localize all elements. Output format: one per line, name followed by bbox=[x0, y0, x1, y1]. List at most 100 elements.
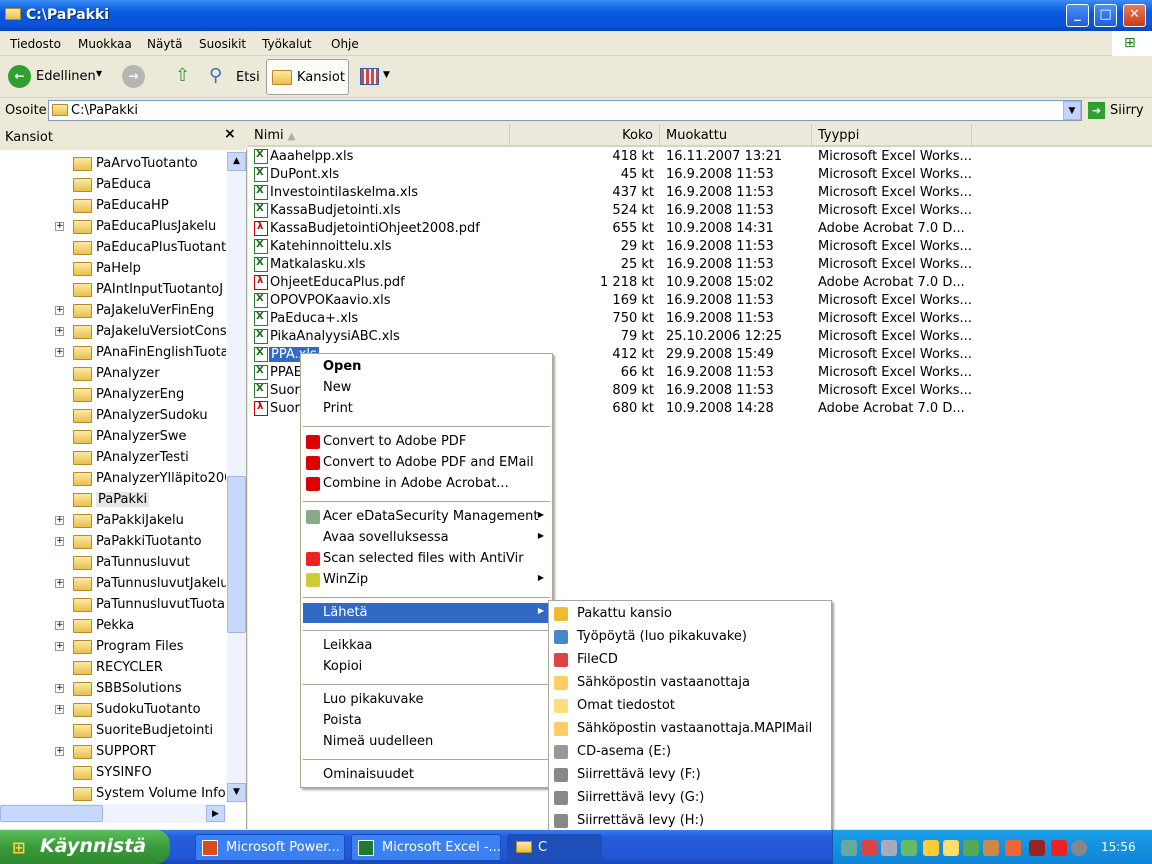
menu-suosikit[interactable]: Suosikit bbox=[199, 37, 246, 51]
tray-icon[interactable] bbox=[1005, 840, 1021, 856]
expand-icon[interactable]: + bbox=[55, 348, 64, 357]
file-row[interactable]: KassaBudjetointi.xls 524 kt 16.9.2008 11:5… bbox=[248, 202, 988, 220]
task-excel[interactable]: Microsoft Excel -... bbox=[351, 834, 501, 861]
menu-item[interactable]: Convert to Adobe PDF bbox=[303, 432, 550, 452]
scroll-thumb-horizontal[interactable] bbox=[0, 805, 103, 822]
expand-icon[interactable]: + bbox=[55, 684, 64, 693]
tree-item[interactable]: + PaPakkiTuotanto bbox=[0, 531, 226, 552]
file-row[interactable]: KassaBudjetointiOhjeet2008.pdf 655 kt 10.9… bbox=[248, 220, 988, 238]
menu-item[interactable]: Nimeä uudelleen bbox=[303, 732, 550, 752]
file-row[interactable]: Katehinnoittelu.xls 29 kt 16.9.2008 11:53 M… bbox=[248, 238, 988, 256]
menu-item[interactable]: Poista bbox=[303, 711, 550, 731]
expand-icon[interactable]: + bbox=[55, 642, 64, 651]
menu-item[interactable]: Leikkaa bbox=[303, 636, 550, 656]
tree-item[interactable]: + PAnaFinEnglishTuotan bbox=[0, 342, 226, 363]
expand-icon[interactable]: + bbox=[55, 579, 64, 588]
tree-item[interactable]: System Volume Information bbox=[0, 783, 226, 803]
menu-item[interactable]: Siirrettävä levy (G:) bbox=[551, 788, 829, 808]
close-button[interactable]: ✕ bbox=[1123, 4, 1146, 27]
column-header-modified[interactable]: Muokattu bbox=[660, 124, 812, 147]
menu-item[interactable]: Luo pikakuvake bbox=[303, 690, 550, 710]
tree-item[interactable]: + SUPPORT bbox=[0, 741, 226, 762]
expand-icon[interactable]: + bbox=[55, 327, 64, 336]
task-powerpoint[interactable]: Microsoft Power... bbox=[195, 834, 345, 861]
menu-item[interactable]: FileCD bbox=[551, 650, 829, 670]
menu-item[interactable]: New bbox=[303, 378, 550, 398]
tree-item[interactable]: PAnalyzerSwe bbox=[0, 426, 226, 447]
go-button[interactable]: ➜ Siirry bbox=[1088, 101, 1148, 121]
tree-item[interactable]: PAnalyzerSudoku bbox=[0, 405, 226, 426]
folders-button[interactable]: Kansiot bbox=[266, 59, 349, 95]
menu-item[interactable]: Lähetä ▶ bbox=[303, 603, 550, 623]
file-row[interactable]: OPOVPOKaavio.xls 169 kt 16.9.2008 11:53 Mic… bbox=[248, 292, 988, 310]
tree-item[interactable]: PAnalyzerEng bbox=[0, 384, 226, 405]
tree-item[interactable]: + PaJakeluVersiotConso bbox=[0, 321, 226, 342]
menu-item[interactable]: Avaa sovelluksessa ▶ bbox=[303, 528, 550, 548]
expand-icon[interactable]: + bbox=[55, 705, 64, 714]
expand-icon[interactable]: + bbox=[55, 537, 64, 546]
network-icon[interactable] bbox=[963, 840, 979, 856]
minimize-button[interactable]: _ bbox=[1066, 4, 1089, 27]
menu-item[interactable]: Työpöytä (luo pikakuvake) bbox=[551, 627, 829, 647]
horizontal-scrollbar[interactable]: ▶ bbox=[0, 804, 226, 823]
menu-item[interactable]: Open bbox=[303, 357, 550, 377]
tree-item[interactable]: PAnalyzer bbox=[0, 363, 226, 384]
menu-muokkaa[interactable]: Muokkaa bbox=[78, 37, 132, 51]
menu-tyokalut[interactable]: Työkalut bbox=[262, 37, 312, 51]
menu-item[interactable]: Omat tiedostot bbox=[551, 696, 829, 716]
volume-icon[interactable] bbox=[983, 840, 999, 856]
tree-item[interactable]: + PaJakeluVerFinEng bbox=[0, 300, 226, 321]
file-row[interactable]: PaEduca+.xls 750 kt 16.9.2008 11:53 Microso… bbox=[248, 310, 988, 328]
menu-item[interactable]: Convert to Adobe PDF and EMail bbox=[303, 453, 550, 473]
column-header-name[interactable]: Nimi ▲ bbox=[248, 124, 510, 147]
tree-item[interactable]: PaEducaHP bbox=[0, 195, 226, 216]
column-header-size[interactable]: Koko bbox=[510, 124, 660, 147]
address-dropdown-button[interactable]: ▼ bbox=[1063, 101, 1081, 120]
maximize-button[interactable]: □ bbox=[1094, 4, 1117, 27]
menu-item[interactable]: Ominaisuudet bbox=[303, 765, 550, 785]
tree-item[interactable]: PAIntInputTuotantoJ bbox=[0, 279, 226, 300]
tree-item[interactable]: PaEduca bbox=[0, 174, 226, 195]
file-row[interactable]: Investointilaskelma.xls 437 kt 16.9.2008 1… bbox=[248, 184, 988, 202]
menu-item[interactable]: Pakattu kansio bbox=[551, 604, 829, 624]
tree-item[interactable]: + SudokuTuotanto bbox=[0, 699, 226, 720]
address-input[interactable]: C:\PaPakki ▼ bbox=[48, 100, 1082, 121]
file-row[interactable]: DuPont.xls 45 kt 16.9.2008 11:53 Microsoft … bbox=[248, 166, 988, 184]
tree-item[interactable]: PaHelp bbox=[0, 258, 226, 279]
tree-item[interactable]: + PaEducaPlusJakelu bbox=[0, 216, 226, 237]
tree-item[interactable]: PaTunnusluvut bbox=[0, 552, 226, 573]
tree-item[interactable]: + Program Files bbox=[0, 636, 226, 657]
menu-tiedosto[interactable]: Tiedosto bbox=[10, 37, 61, 51]
scroll-thumb[interactable] bbox=[227, 476, 246, 633]
expand-icon[interactable]: + bbox=[55, 747, 64, 756]
up-folder-icon[interactable]: ⇧ bbox=[175, 65, 190, 86]
menu-item[interactable]: WinZip ▶ bbox=[303, 570, 550, 590]
menu-item[interactable]: Acer eDataSecurity Management ▶ bbox=[303, 507, 550, 527]
tray-icon[interactable] bbox=[943, 840, 959, 856]
tree-item[interactable]: PaPakki bbox=[0, 489, 226, 510]
printer-icon[interactable] bbox=[881, 840, 897, 856]
vertical-scrollbar[interactable]: ▲ ▼ bbox=[227, 151, 246, 803]
tree-item[interactable]: RECYCLER bbox=[0, 657, 226, 678]
forward-button[interactable]: → bbox=[122, 65, 145, 88]
menu-item[interactable]: CD-asema (E:) bbox=[551, 742, 829, 762]
tree-item[interactable]: + PaTunnusluvutJakelu bbox=[0, 573, 226, 594]
tree-item[interactable]: SuoriteBudjetointi bbox=[0, 720, 226, 741]
menu-item[interactable]: Siirrettävä levy (F:) bbox=[551, 765, 829, 785]
file-row[interactable]: PikaAnalyysiABC.xls 79 kt 25.10.2006 12:25… bbox=[248, 328, 988, 346]
tree-item[interactable]: + Pekka bbox=[0, 615, 226, 636]
menu-item[interactable]: Sähköpostin vastaanottaja.MAPIMail bbox=[551, 719, 829, 739]
tray-icon[interactable] bbox=[861, 840, 877, 856]
scroll-right-button[interactable]: ▶ bbox=[206, 805, 225, 822]
tray-icon[interactable] bbox=[1029, 840, 1045, 856]
tree-item[interactable]: PaTunnusluvutTuotanto bbox=[0, 594, 226, 615]
menu-item[interactable]: Scan selected files with AntiVir bbox=[303, 549, 550, 569]
expand-icon[interactable]: + bbox=[55, 222, 64, 231]
search-button[interactable]: ⚲ Etsi bbox=[206, 63, 262, 91]
tree-item[interactable]: PAnalyzerYlläpito2007 bbox=[0, 468, 226, 489]
menu-item[interactable]: Kopioi bbox=[303, 657, 550, 677]
menu-item[interactable]: Sähköpostin vastaanottaja bbox=[551, 673, 829, 693]
close-pane-button[interactable]: × bbox=[224, 126, 236, 142]
expand-icon[interactable]: + bbox=[55, 516, 64, 525]
menu-item[interactable]: Print bbox=[303, 399, 550, 419]
